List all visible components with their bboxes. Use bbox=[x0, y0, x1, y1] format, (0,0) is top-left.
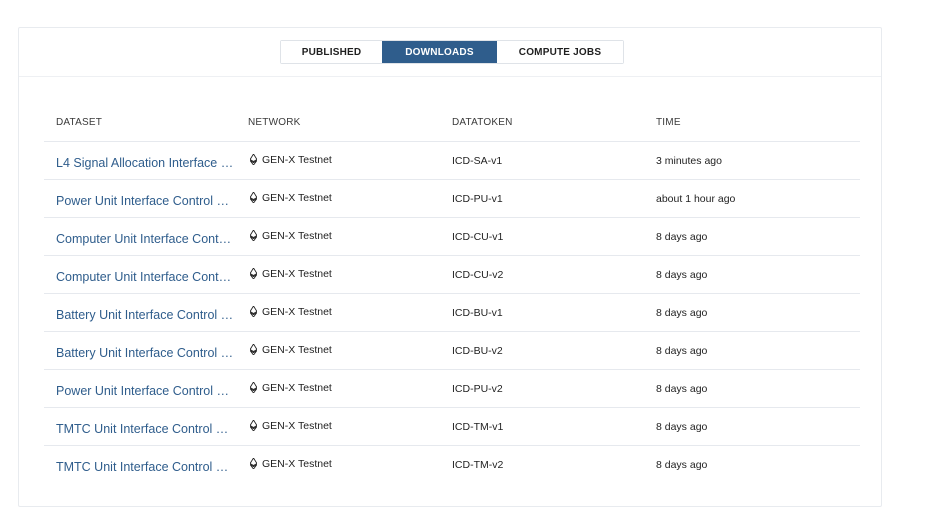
dataset-link[interactable]: Power Unit Interface Control Document bbox=[56, 384, 234, 398]
column-header-time: TIME bbox=[656, 117, 681, 128]
ethereum-icon bbox=[249, 457, 258, 470]
dataset-cell: TMTC Unit Interface Control Document bbox=[44, 418, 248, 436]
table-row: TMTC Unit Interface Control Document GEN-… bbox=[44, 408, 860, 446]
dataset-cell: Battery Unit Interface Control Document bbox=[44, 304, 248, 322]
ethereum-icon bbox=[249, 229, 258, 242]
network-cell: GEN-X Testnet bbox=[248, 381, 452, 394]
ethereum-icon bbox=[249, 381, 258, 394]
dataset-link[interactable]: TMTC Unit Interface Control Document bbox=[56, 422, 234, 436]
network-cell: GEN-X Testnet bbox=[248, 153, 452, 166]
dataset-cell: Power Unit Interface Control Document bbox=[44, 380, 248, 398]
network-name: GEN-X Testnet bbox=[262, 191, 332, 204]
ethereum-icon bbox=[249, 305, 258, 318]
datatoken-cell: ICD-TM-v1 bbox=[452, 420, 504, 433]
time-cell: 8 days ago bbox=[656, 268, 708, 281]
downloads-table: DATASET NETWORK DATATOKEN TIME L4 Signal… bbox=[44, 104, 860, 483]
datatoken-cell: ICD-CU-v1 bbox=[452, 230, 504, 243]
time-cell: 8 days ago bbox=[656, 230, 708, 243]
datatoken-cell: ICD-PU-v1 bbox=[452, 192, 503, 205]
dataset-link[interactable]: TMTC Unit Interface Control Document bbox=[56, 460, 234, 474]
dataset-cell: Computer Unit Interface Control Document bbox=[44, 266, 248, 284]
column-header-dataset: DATASET bbox=[56, 117, 103, 128]
network-cell: GEN-X Testnet bbox=[248, 343, 452, 356]
datatoken-cell: ICD-PU-v2 bbox=[452, 382, 503, 395]
ethereum-icon bbox=[249, 191, 258, 204]
dataset-cell: Power Unit Interface Control Document bbox=[44, 190, 248, 208]
history-panel: PUBLISHED DOWNLOADS COMPUTE JOBS DATASET… bbox=[18, 27, 882, 507]
network-cell: GEN-X Testnet bbox=[248, 457, 452, 470]
ethereum-icon bbox=[249, 267, 258, 280]
network-name: GEN-X Testnet bbox=[262, 229, 332, 242]
tab-compute-jobs[interactable]: COMPUTE JOBS bbox=[497, 41, 623, 63]
tab-bar: PUBLISHED DOWNLOADS COMPUTE JOBS bbox=[280, 40, 624, 64]
table-row: Power Unit Interface Control Document GEN… bbox=[44, 180, 860, 218]
network-name: GEN-X Testnet bbox=[262, 267, 332, 280]
table-row: L4 Signal Allocation Interface Control D… bbox=[44, 142, 860, 180]
dataset-link[interactable]: Battery Unit Interface Control Document bbox=[56, 346, 234, 360]
dataset-cell: TMTC Unit Interface Control Document bbox=[44, 456, 248, 474]
datatoken-cell: ICD-TM-v2 bbox=[452, 458, 504, 471]
time-cell: 8 days ago bbox=[656, 344, 708, 357]
network-name: GEN-X Testnet bbox=[262, 343, 332, 356]
network-cell: GEN-X Testnet bbox=[248, 419, 452, 432]
dataset-link[interactable]: Battery Unit Interface Control Document bbox=[56, 308, 234, 322]
network-cell: GEN-X Testnet bbox=[248, 305, 452, 318]
table-body: L4 Signal Allocation Interface Control D… bbox=[44, 142, 860, 483]
network-name: GEN-X Testnet bbox=[262, 153, 332, 166]
datatoken-cell: ICD-BU-v1 bbox=[452, 306, 503, 319]
time-cell: 8 days ago bbox=[656, 458, 708, 471]
table-header: DATASET NETWORK DATATOKEN TIME bbox=[44, 104, 860, 142]
network-name: GEN-X Testnet bbox=[262, 419, 332, 432]
panel-header: PUBLISHED DOWNLOADS COMPUTE JOBS bbox=[19, 28, 881, 77]
table-row: Battery Unit Interface Control Document G… bbox=[44, 294, 860, 332]
network-name: GEN-X Testnet bbox=[262, 305, 332, 318]
dataset-cell: Battery Unit Interface Control Document bbox=[44, 342, 248, 360]
time-cell: 8 days ago bbox=[656, 306, 708, 319]
network-cell: GEN-X Testnet bbox=[248, 267, 452, 280]
network-name: GEN-X Testnet bbox=[262, 381, 332, 394]
time-cell: 8 days ago bbox=[656, 382, 708, 395]
table-row: TMTC Unit Interface Control Document GEN-… bbox=[44, 446, 860, 483]
time-cell: 3 minutes ago bbox=[656, 154, 722, 167]
table-row: Computer Unit Interface Control Document… bbox=[44, 218, 860, 256]
dataset-cell: L4 Signal Allocation Interface Control D… bbox=[44, 152, 248, 170]
ethereum-icon bbox=[249, 343, 258, 356]
network-cell: GEN-X Testnet bbox=[248, 191, 452, 204]
dataset-link[interactable]: L4 Signal Allocation Interface Control D… bbox=[56, 156, 234, 170]
network-cell: GEN-X Testnet bbox=[248, 229, 452, 242]
ethereum-icon bbox=[249, 419, 258, 432]
datatoken-cell: ICD-CU-v2 bbox=[452, 268, 504, 281]
column-header-datatoken: DATATOKEN bbox=[452, 117, 513, 128]
dataset-link[interactable]: Computer Unit Interface Control Document bbox=[56, 270, 234, 284]
datatoken-cell: ICD-SA-v1 bbox=[452, 154, 503, 167]
network-name: GEN-X Testnet bbox=[262, 457, 332, 470]
dataset-cell: Computer Unit Interface Control Document bbox=[44, 228, 248, 246]
tab-downloads[interactable]: DOWNLOADS bbox=[382, 41, 497, 63]
tab-published[interactable]: PUBLISHED bbox=[281, 41, 382, 63]
dataset-link[interactable]: Computer Unit Interface Control Document bbox=[56, 232, 234, 246]
table-row: Computer Unit Interface Control Document… bbox=[44, 256, 860, 294]
time-cell: 8 days ago bbox=[656, 420, 708, 433]
time-cell: about 1 hour ago bbox=[656, 192, 736, 205]
column-header-network: NETWORK bbox=[248, 117, 301, 128]
table-row: Battery Unit Interface Control Document G… bbox=[44, 332, 860, 370]
datatoken-cell: ICD-BU-v2 bbox=[452, 344, 503, 357]
dataset-link[interactable]: Power Unit Interface Control Document bbox=[56, 194, 234, 208]
ethereum-icon bbox=[249, 153, 258, 166]
table-row: Power Unit Interface Control Document GEN… bbox=[44, 370, 860, 408]
